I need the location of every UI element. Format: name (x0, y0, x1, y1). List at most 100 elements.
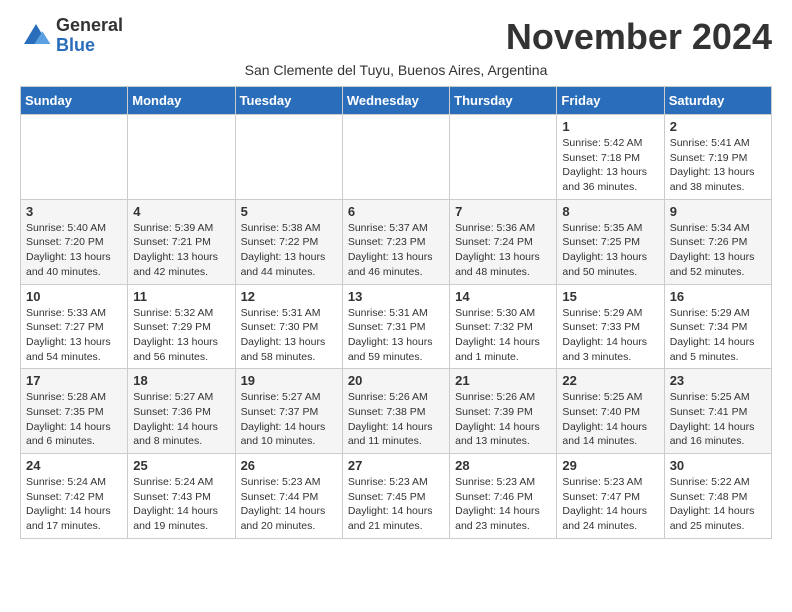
day-number: 12 (241, 289, 337, 304)
day-number: 2 (670, 119, 766, 134)
calendar-cell (450, 115, 557, 200)
calendar-cell: 24Sunrise: 5:24 AM Sunset: 7:42 PM Dayli… (21, 454, 128, 539)
calendar-cell: 4 Sunrise: 5:39 AM Sunset: 7:21 PM Daylig… (128, 199, 235, 284)
day-number: 25 (133, 458, 229, 473)
day-number: 29 (562, 458, 658, 473)
cell-info: Sunrise: 5:23 AM Sunset: 7:46 PM Dayligh… (455, 475, 551, 534)
cell-info: Sunrise: 5:28 AM Sunset: 7:35 PM Dayligh… (26, 390, 122, 449)
cell-info: Sunrise: 5:26 AM Sunset: 7:38 PM Dayligh… (348, 390, 444, 449)
calendar-cell: 16 Sunrise: 5:29 AM Sunset: 7:34 PM Dayli… (664, 284, 771, 369)
day-number: 8 (562, 204, 658, 219)
calendar-cell (21, 115, 128, 200)
day-number: 17 (26, 373, 122, 388)
cell-info: Sunrise: 5:29 AM Sunset: 7:34 PM Dayligh… (670, 306, 766, 365)
calendar-cell: 20 Sunrise: 5:26 AM Sunset: 7:38 PM Dayli… (342, 369, 449, 454)
day-number: 3 (26, 204, 122, 219)
day-number: 5 (241, 204, 337, 219)
weekday-header: Tuesday (235, 87, 342, 115)
cell-info: Sunrise: 5:24 AM Sunset: 7:43 PM Dayligh… (133, 475, 229, 534)
day-number: 14 (455, 289, 551, 304)
day-number: 26 (241, 458, 337, 473)
calendar-cell: 25 Sunrise: 5:24 AM Sunset: 7:43 PM Dayli… (128, 454, 235, 539)
day-number: 20 (348, 373, 444, 388)
weekday-header: Wednesday (342, 87, 449, 115)
calendar-cell (342, 115, 449, 200)
logo-blue: Blue (56, 36, 123, 56)
weekday-header: Friday (557, 87, 664, 115)
calendar-body: 1 Sunrise: 5:42 AM Sunset: 7:18 PM Daylig… (21, 115, 772, 539)
calendar-cell: 26 Sunrise: 5:23 AM Sunset: 7:44 PM Dayli… (235, 454, 342, 539)
cell-info: Sunrise: 5:40 AM Sunset: 7:20 PM Dayligh… (26, 221, 122, 280)
cell-info: Sunrise: 5:22 AM Sunset: 7:48 PM Dayligh… (670, 475, 766, 534)
calendar-week-row: 17 Sunrise: 5:28 AM Sunset: 7:35 PM Dayli… (21, 369, 772, 454)
calendar-cell: 1 Sunrise: 5:42 AM Sunset: 7:18 PM Daylig… (557, 115, 664, 200)
calendar-cell: 17 Sunrise: 5:28 AM Sunset: 7:35 PM Dayli… (21, 369, 128, 454)
cell-info: Sunrise: 5:38 AM Sunset: 7:22 PM Dayligh… (241, 221, 337, 280)
cell-info: Sunrise: 5:33 AM Sunset: 7:27 PM Dayligh… (26, 306, 122, 365)
day-number: 4 (133, 204, 229, 219)
cell-info: Sunrise: 5:41 AM Sunset: 7:19 PM Dayligh… (670, 136, 766, 195)
cell-info: Sunrise: 5:26 AM Sunset: 7:39 PM Dayligh… (455, 390, 551, 449)
day-number: 1 (562, 119, 658, 134)
cell-info: Sunrise: 5:31 AM Sunset: 7:30 PM Dayligh… (241, 306, 337, 365)
weekday-header: Saturday (664, 87, 771, 115)
calendar-cell: 27 Sunrise: 5:23 AM Sunset: 7:45 PM Dayli… (342, 454, 449, 539)
calendar-table: SundayMondayTuesdayWednesdayThursdayFrid… (20, 86, 772, 539)
cell-info: Sunrise: 5:29 AM Sunset: 7:33 PM Dayligh… (562, 306, 658, 365)
calendar-cell: 19 Sunrise: 5:27 AM Sunset: 7:37 PM Dayli… (235, 369, 342, 454)
calendar-cell: 18 Sunrise: 5:27 AM Sunset: 7:36 PM Dayli… (128, 369, 235, 454)
cell-info: Sunrise: 5:34 AM Sunset: 7:26 PM Dayligh… (670, 221, 766, 280)
calendar-week-row: 3 Sunrise: 5:40 AM Sunset: 7:20 PM Daylig… (21, 199, 772, 284)
calendar-cell: 7 Sunrise: 5:36 AM Sunset: 7:24 PM Daylig… (450, 199, 557, 284)
weekday-header: Thursday (450, 87, 557, 115)
calendar-cell (235, 115, 342, 200)
cell-info: Sunrise: 5:25 AM Sunset: 7:41 PM Dayligh… (670, 390, 766, 449)
logo-icon (20, 20, 52, 52)
day-number: 23 (670, 373, 766, 388)
logo: General Blue (20, 16, 123, 56)
logo-text: General Blue (56, 16, 123, 56)
cell-info: Sunrise: 5:30 AM Sunset: 7:32 PM Dayligh… (455, 306, 551, 365)
day-number: 9 (670, 204, 766, 219)
day-number: 28 (455, 458, 551, 473)
day-number: 13 (348, 289, 444, 304)
calendar-week-row: 1 Sunrise: 5:42 AM Sunset: 7:18 PM Daylig… (21, 115, 772, 200)
calendar-cell: 2 Sunrise: 5:41 AM Sunset: 7:19 PM Daylig… (664, 115, 771, 200)
calendar-cell: 5 Sunrise: 5:38 AM Sunset: 7:22 PM Daylig… (235, 199, 342, 284)
cell-info: Sunrise: 5:23 AM Sunset: 7:44 PM Dayligh… (241, 475, 337, 534)
calendar-week-row: 24Sunrise: 5:24 AM Sunset: 7:42 PM Dayli… (21, 454, 772, 539)
day-number: 21 (455, 373, 551, 388)
day-number: 27 (348, 458, 444, 473)
calendar-cell: 12 Sunrise: 5:31 AM Sunset: 7:30 PM Dayli… (235, 284, 342, 369)
day-number: 10 (26, 289, 122, 304)
calendar-week-row: 10 Sunrise: 5:33 AM Sunset: 7:27 PM Dayli… (21, 284, 772, 369)
day-number: 7 (455, 204, 551, 219)
cell-info: Sunrise: 5:36 AM Sunset: 7:24 PM Dayligh… (455, 221, 551, 280)
cell-info: Sunrise: 5:31 AM Sunset: 7:31 PM Dayligh… (348, 306, 444, 365)
cell-info: Sunrise: 5:32 AM Sunset: 7:29 PM Dayligh… (133, 306, 229, 365)
day-number: 30 (670, 458, 766, 473)
calendar-cell: 6Sunrise: 5:37 AM Sunset: 7:23 PM Daylig… (342, 199, 449, 284)
cell-info: Sunrise: 5:27 AM Sunset: 7:36 PM Dayligh… (133, 390, 229, 449)
cell-info: Sunrise: 5:23 AM Sunset: 7:45 PM Dayligh… (348, 475, 444, 534)
calendar-header: SundayMondayTuesdayWednesdayThursdayFrid… (21, 87, 772, 115)
cell-info: Sunrise: 5:23 AM Sunset: 7:47 PM Dayligh… (562, 475, 658, 534)
calendar-cell: 14 Sunrise: 5:30 AM Sunset: 7:32 PM Dayli… (450, 284, 557, 369)
day-number: 16 (670, 289, 766, 304)
calendar-cell: 8Sunrise: 5:35 AM Sunset: 7:25 PM Daylig… (557, 199, 664, 284)
calendar-cell: 10 Sunrise: 5:33 AM Sunset: 7:27 PM Dayli… (21, 284, 128, 369)
calendar-cell: 13 Sunrise: 5:31 AM Sunset: 7:31 PM Dayli… (342, 284, 449, 369)
logo-general: General (56, 16, 123, 36)
day-number: 19 (241, 373, 337, 388)
calendar-cell: 23 Sunrise: 5:25 AM Sunset: 7:41 PM Dayli… (664, 369, 771, 454)
calendar-cell: 21 Sunrise: 5:26 AM Sunset: 7:39 PM Dayli… (450, 369, 557, 454)
calendar-cell: 9 Sunrise: 5:34 AM Sunset: 7:26 PM Daylig… (664, 199, 771, 284)
weekday-header: Sunday (21, 87, 128, 115)
day-number: 18 (133, 373, 229, 388)
cell-info: Sunrise: 5:39 AM Sunset: 7:21 PM Dayligh… (133, 221, 229, 280)
day-number: 6 (348, 204, 444, 219)
day-number: 24 (26, 458, 122, 473)
cell-info: Sunrise: 5:27 AM Sunset: 7:37 PM Dayligh… (241, 390, 337, 449)
cell-info: Sunrise: 5:42 AM Sunset: 7:18 PM Dayligh… (562, 136, 658, 195)
day-number: 22 (562, 373, 658, 388)
